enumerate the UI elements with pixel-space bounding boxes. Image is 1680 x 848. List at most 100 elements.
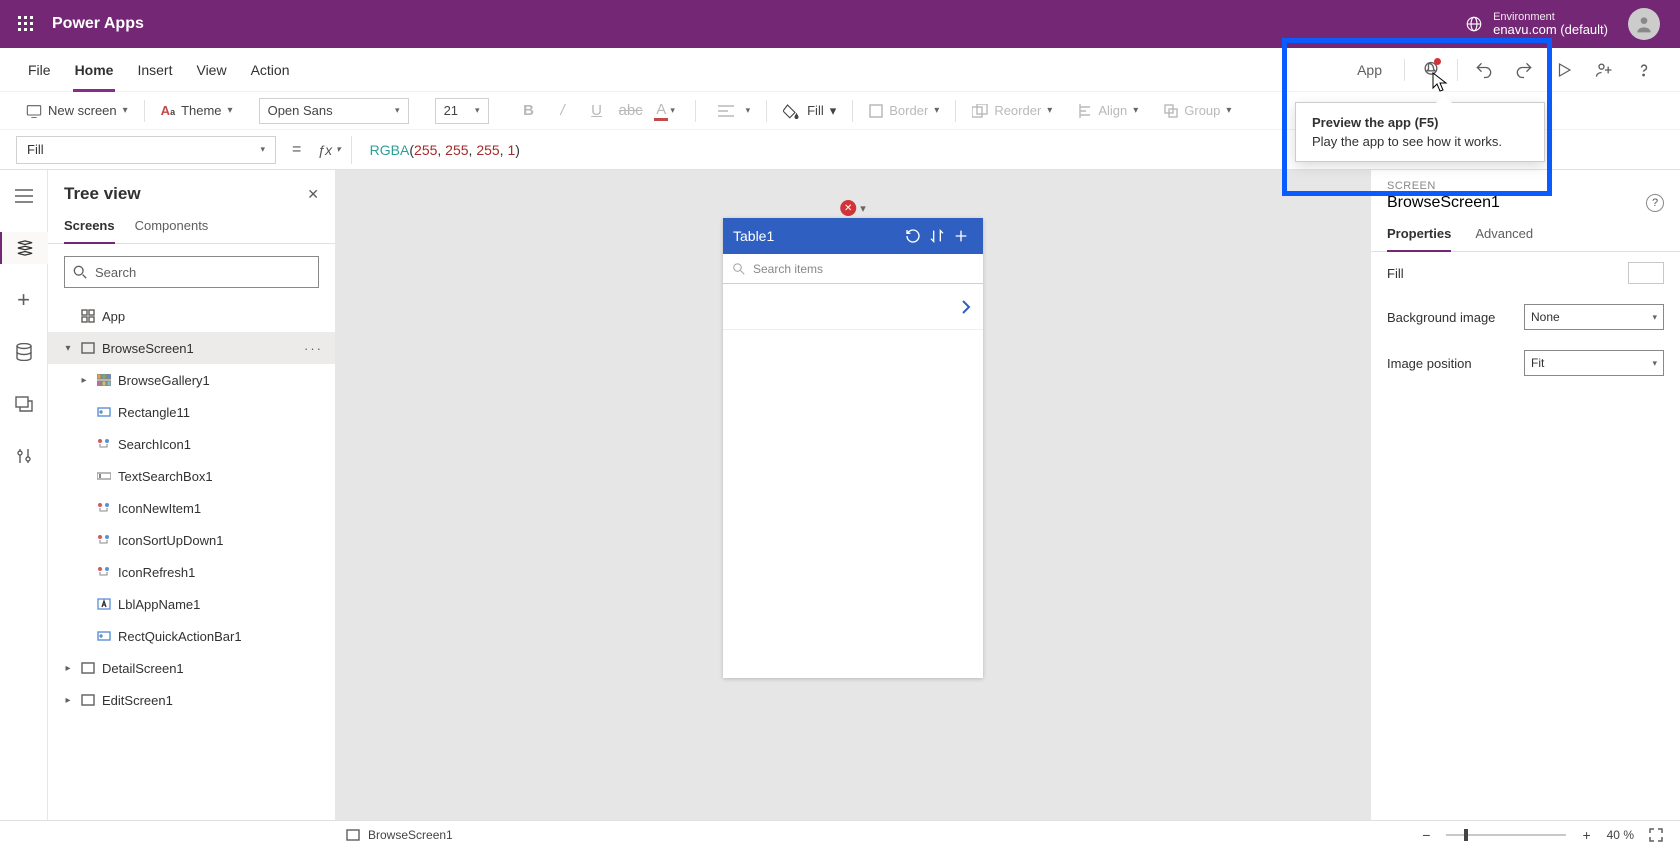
border-icon: [869, 104, 883, 118]
user-avatar[interactable]: [1628, 8, 1660, 40]
hamburger-icon[interactable]: [8, 180, 40, 212]
properties-crumb: SCREEN: [1371, 170, 1680, 192]
imgpos-select[interactable]: Fit▾: [1524, 350, 1664, 376]
group-icon: [1164, 104, 1178, 118]
redo-icon[interactable]: [1504, 50, 1544, 90]
zoom-slider[interactable]: [1446, 834, 1566, 836]
font-color-button[interactable]: A▾: [651, 97, 679, 125]
more-icon[interactable]: ···: [304, 341, 323, 356]
textbox-icon: [96, 468, 112, 484]
group-button[interactable]: Group▾: [1184, 103, 1231, 118]
help-icon[interactable]: ?: [1646, 194, 1664, 212]
new-screen-icon: [26, 104, 42, 118]
fit-screen-button[interactable]: [1648, 827, 1664, 843]
sort-icon[interactable]: [925, 228, 949, 244]
tree-view-icon[interactable]: [0, 232, 48, 264]
menu-home[interactable]: Home: [63, 48, 126, 91]
tree-node-app[interactable]: App: [48, 300, 335, 332]
tree-search-input[interactable]: Search: [64, 256, 319, 288]
control-icon: [96, 564, 112, 580]
control-icon: [96, 500, 112, 516]
tree-node-textsearch[interactable]: TextSearchBox1: [48, 460, 335, 492]
control-icon: [96, 532, 112, 548]
menu-action[interactable]: Action: [239, 48, 302, 91]
menu-bar: File Home Insert View Action App: [0, 48, 1680, 92]
tree-node-iconnew[interactable]: IconNewItem1: [48, 492, 335, 524]
tab-components[interactable]: Components: [135, 212, 209, 243]
italic-button[interactable]: /: [549, 97, 577, 125]
app-launcher-icon[interactable]: [10, 8, 42, 40]
help-icon[interactable]: [1624, 50, 1664, 90]
tree-view-title: Tree view: [64, 184, 141, 204]
tree-node-iconrefresh[interactable]: IconRefresh1: [48, 556, 335, 588]
tree-node-edit[interactable]: ▸ EditScreen1: [48, 684, 335, 716]
close-icon[interactable]: ✕: [307, 186, 319, 203]
theme-button[interactable]: Theme▾: [181, 103, 233, 118]
reorder-icon: [972, 104, 988, 118]
tree-node-rectangle[interactable]: Rectangle11: [48, 396, 335, 428]
strike-button[interactable]: abc: [617, 97, 645, 125]
property-selector[interactable]: Fill▾: [16, 136, 276, 164]
menu-file[interactable]: File: [16, 48, 63, 91]
fill-color-swatch[interactable]: [1628, 262, 1664, 284]
environment-block[interactable]: Environment enavu.com (default): [1493, 11, 1608, 37]
menu-insert[interactable]: Insert: [125, 48, 184, 91]
environment-icon[interactable]: [1465, 15, 1483, 33]
tab-screens[interactable]: Screens: [64, 212, 115, 243]
font-select[interactable]: Open Sans▾: [259, 98, 409, 124]
bgimage-select[interactable]: None▾: [1524, 304, 1664, 330]
tree-node-browsescreen[interactable]: ▾ BrowseScreen1 ···: [48, 332, 335, 364]
tab-advanced[interactable]: Advanced: [1475, 222, 1533, 251]
share-icon[interactable]: [1584, 50, 1624, 90]
notification-dot-icon: [1434, 58, 1441, 65]
brand-title: Power Apps: [52, 15, 144, 33]
tree-node-iconsort[interactable]: IconSortUpDown1: [48, 524, 335, 556]
phone-list-row[interactable]: [723, 284, 983, 330]
data-icon[interactable]: [8, 336, 40, 368]
media-icon[interactable]: [8, 388, 40, 420]
tab-properties[interactable]: Properties: [1387, 222, 1451, 251]
insert-icon[interactable]: +: [8, 284, 40, 316]
zoom-out-button[interactable]: −: [1416, 827, 1436, 843]
tree-node-gallery[interactable]: ▸ BrowseGallery1: [48, 364, 335, 396]
status-bar: BrowseScreen1 − + 40 %: [0, 820, 1680, 848]
tools-icon[interactable]: [8, 440, 40, 472]
tree-node-rectquick[interactable]: RectQuickActionBar1: [48, 620, 335, 652]
tree-node-detail[interactable]: ▸ DetailScreen1: [48, 652, 335, 684]
zoom-in-button[interactable]: +: [1576, 827, 1596, 843]
bold-button[interactable]: B: [515, 97, 543, 125]
left-rail: +: [0, 170, 48, 820]
add-icon[interactable]: [949, 228, 973, 244]
screen-icon: [80, 692, 96, 708]
menu-view[interactable]: View: [184, 48, 238, 91]
error-icon: ✕: [840, 200, 856, 216]
underline-button[interactable]: U: [583, 97, 611, 125]
preview-tooltip: Preview the app (F5) Play the app to see…: [1295, 102, 1545, 162]
fx-button[interactable]: ƒx▾: [317, 136, 351, 164]
tree-view-pane: Tree view ✕ Screens Components Search Ap…: [48, 170, 336, 820]
main-area: + Tree view ✕ Screens Components Search …: [0, 170, 1680, 820]
new-screen-button[interactable]: New screen▾: [48, 103, 128, 118]
status-screen-name[interactable]: BrowseScreen1: [346, 828, 453, 842]
tree-node-lblapp[interactable]: LblAppName1: [48, 588, 335, 620]
search-icon: [733, 263, 745, 275]
rectangle-icon: [96, 404, 112, 420]
border-button[interactable]: Border▾: [889, 103, 939, 118]
fill-button[interactable]: Fill▾: [783, 103, 836, 119]
canvas[interactable]: ✕ ▾ Table1 Search items: [336, 170, 1370, 820]
phone-search-input[interactable]: Search items: [723, 254, 983, 284]
undo-icon[interactable]: [1464, 50, 1504, 90]
screen-icon: [346, 829, 360, 841]
reorder-button[interactable]: Reorder▾: [994, 103, 1052, 118]
app-label[interactable]: App: [1341, 62, 1398, 78]
control-icon: [96, 436, 112, 452]
play-preview-icon[interactable]: [1544, 50, 1584, 90]
chevron-down-icon[interactable]: ▾: [860, 202, 866, 215]
tree-node-searchicon[interactable]: SearchIcon1: [48, 428, 335, 460]
error-indicator[interactable]: ✕ ▾: [840, 200, 866, 216]
refresh-icon[interactable]: [901, 228, 925, 244]
text-align-button[interactable]: [712, 97, 740, 125]
font-size-select[interactable]: 21▾: [435, 98, 489, 124]
align-button[interactable]: Align▾: [1098, 103, 1138, 118]
top-bar: Power Apps Environment enavu.com (defaul…: [0, 0, 1680, 48]
